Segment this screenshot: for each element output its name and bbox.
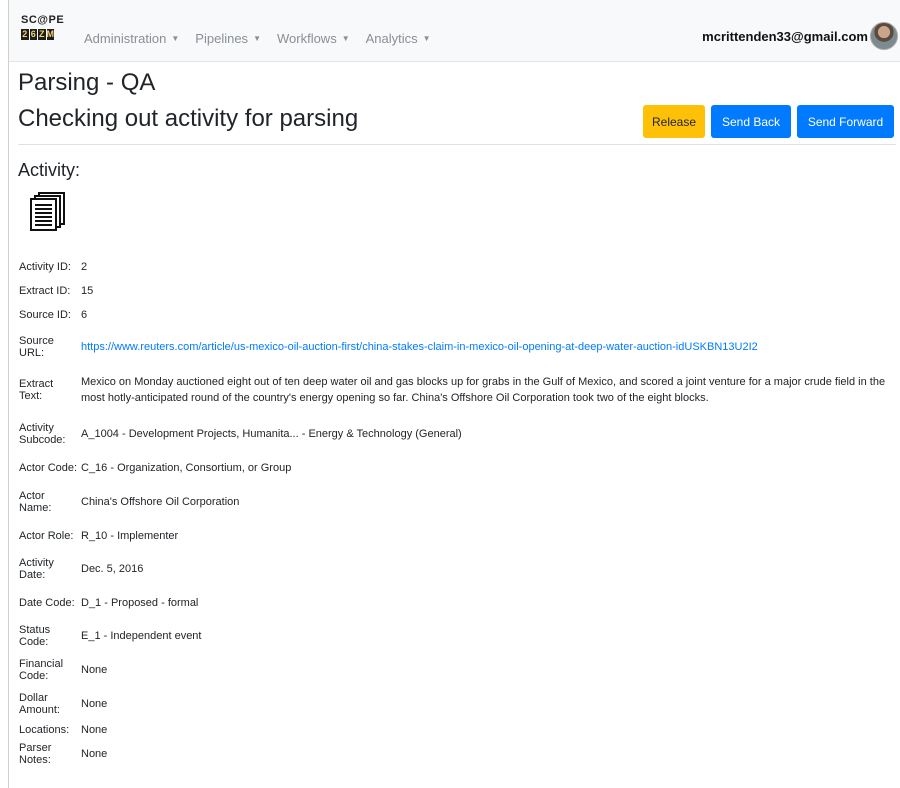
documents-icon: [30, 192, 66, 237]
caret-down-icon: ▼: [422, 34, 431, 43]
detail-value: E_1 - Independent event: [81, 630, 202, 642]
detail-label: Locations:: [19, 723, 70, 736]
detail-value: 6: [81, 309, 88, 321]
detail-row-financial-code: Financial Code: None: [19, 653, 889, 687]
detail-value: Mexico on Monday auctioned eight out of …: [81, 376, 886, 404]
page-header: Parsing - QA Checking out activity for p…: [18, 68, 358, 134]
detail-value: 2: [81, 261, 88, 273]
detail-label: Actor Role:: [19, 529, 74, 542]
detail-label: Financial Code:: [19, 658, 64, 682]
nav-item-workflows[interactable]: Workflows ▼: [277, 31, 350, 46]
detail-label: Dollar Amount:: [19, 692, 60, 716]
detail-row-parser-notes: Parser Notes: None: [19, 738, 889, 770]
logo-char: 6: [29, 29, 37, 40]
detail-row-activity-id: Activity ID: 2: [19, 251, 889, 283]
detail-row-actor-name: Actor Name: China's Offshore Oil Corpora…: [19, 485, 889, 519]
scope-logo[interactable]: SC@PE 2 6 Z M: [21, 14, 65, 48]
detail-label: Source URL:: [19, 335, 54, 359]
send-back-button[interactable]: Send Back: [711, 105, 791, 138]
detail-row-source-id: Source ID: 6: [19, 299, 889, 331]
detail-value: Dec. 5, 2016: [81, 563, 144, 575]
detail-value: C_16 - Organization, Consortium, or Grou…: [81, 462, 292, 474]
detail-label: Date Code:: [19, 596, 75, 609]
detail-label: Parser Notes:: [19, 742, 52, 766]
caret-down-icon: ▼: [341, 34, 350, 43]
detail-row-activity-date: Activity Date: Dec. 5, 2016: [19, 552, 889, 586]
logo-bottom-text: 2 6 Z M: [21, 29, 55, 40]
detail-label: Activity Subcode:: [19, 422, 66, 446]
detail-label: Activity Date:: [19, 557, 54, 581]
detail-value: None: [81, 698, 108, 710]
activity-details-table: Activity ID: 2 Extract ID: 15 Source ID:…: [19, 251, 889, 770]
detail-label: Activity ID:: [19, 261, 71, 273]
detail-label: Actor Name:: [19, 490, 52, 514]
detail-value: A_1004 - Development Projects, Humanita.…: [81, 428, 462, 440]
logo-top-text: SC@PE: [21, 14, 65, 26]
source-url-link[interactable]: https://www.reuters.com/article/us-mexic…: [81, 341, 758, 353]
detail-row-actor-code: Actor Code: C_16 - Organization, Consort…: [19, 451, 889, 485]
nav-item-administration[interactable]: Administration ▼: [84, 31, 179, 46]
detail-value: D_1 - Proposed - formal: [81, 596, 199, 609]
detail-label: Extract ID:: [19, 285, 71, 297]
logo-char: 2: [21, 29, 29, 40]
detail-row-dollar-amount: Dollar Amount: None: [19, 687, 889, 721]
nav-item-label: Workflows: [276, 31, 337, 46]
nav-item-label: Administration: [84, 31, 167, 46]
header-divider: [18, 144, 896, 145]
page-title: Parsing - QA: [18, 69, 156, 96]
window-edge: [8, 0, 9, 788]
action-buttons: Release Send Back Send Forward: [637, 105, 894, 138]
detail-label: Extract Text:: [19, 378, 54, 402]
top-navbar: SC@PE 2 6 Z M Administration ▼ Pipelines ▼…: [9, 0, 900, 62]
activity-heading: Activity:: [18, 160, 81, 180]
detail-value: None: [81, 748, 108, 760]
detail-row-date-code: Date Code: D_1 - Proposed - formal: [19, 586, 889, 619]
caret-down-icon: ▼: [171, 34, 180, 43]
detail-row-status-code: Status Code: E_1 - Independent event: [19, 619, 889, 653]
detail-row-actor-role: Actor Role: R_10 - Implementer: [19, 519, 889, 552]
nav-item-pipelines[interactable]: Pipelines ▼: [195, 31, 261, 46]
page-subtitle: Checking out activity for parsing: [18, 105, 359, 132]
release-button[interactable]: Release: [643, 105, 705, 138]
detail-label: Source ID:: [19, 309, 71, 321]
detail-row-locations: Locations: None: [19, 721, 889, 738]
detail-value: China's Offshore Oil Corporation: [81, 496, 240, 508]
user-email[interactable]: mcrittenden33@gmail.com: [702, 29, 868, 44]
detail-label: Actor Code:: [19, 462, 78, 474]
nav-item-analytics[interactable]: Analytics ▼: [366, 31, 431, 46]
user-avatar[interactable]: [870, 22, 898, 50]
detail-value: 15: [81, 285, 94, 297]
detail-value: None: [81, 723, 108, 736]
send-forward-button[interactable]: Send Forward: [797, 105, 894, 138]
nav-item-label: Analytics: [365, 31, 418, 46]
detail-value: R_10 - Implementer: [81, 529, 179, 542]
detail-row-extract-id: Extract ID: 15: [19, 283, 889, 299]
caret-down-icon: ▼: [253, 34, 261, 43]
nav-menu: Administration ▼ Pipelines ▼ Workflows ▼ An…: [84, 31, 447, 46]
detail-label: Status Code:: [19, 624, 51, 648]
nav-item-label: Pipelines: [195, 31, 249, 46]
detail-row-source-url: Source URL: https://www.reuters.com/arti…: [19, 331, 889, 363]
detail-value: None: [81, 664, 108, 676]
logo-char: Z: [38, 29, 46, 40]
detail-row-activity-subcode: Activity Subcode: A_1004 - Development P…: [19, 417, 889, 451]
detail-row-extract-text: Extract Text: Mexico on Monday auctioned…: [19, 363, 889, 417]
logo-char: M: [46, 29, 54, 40]
